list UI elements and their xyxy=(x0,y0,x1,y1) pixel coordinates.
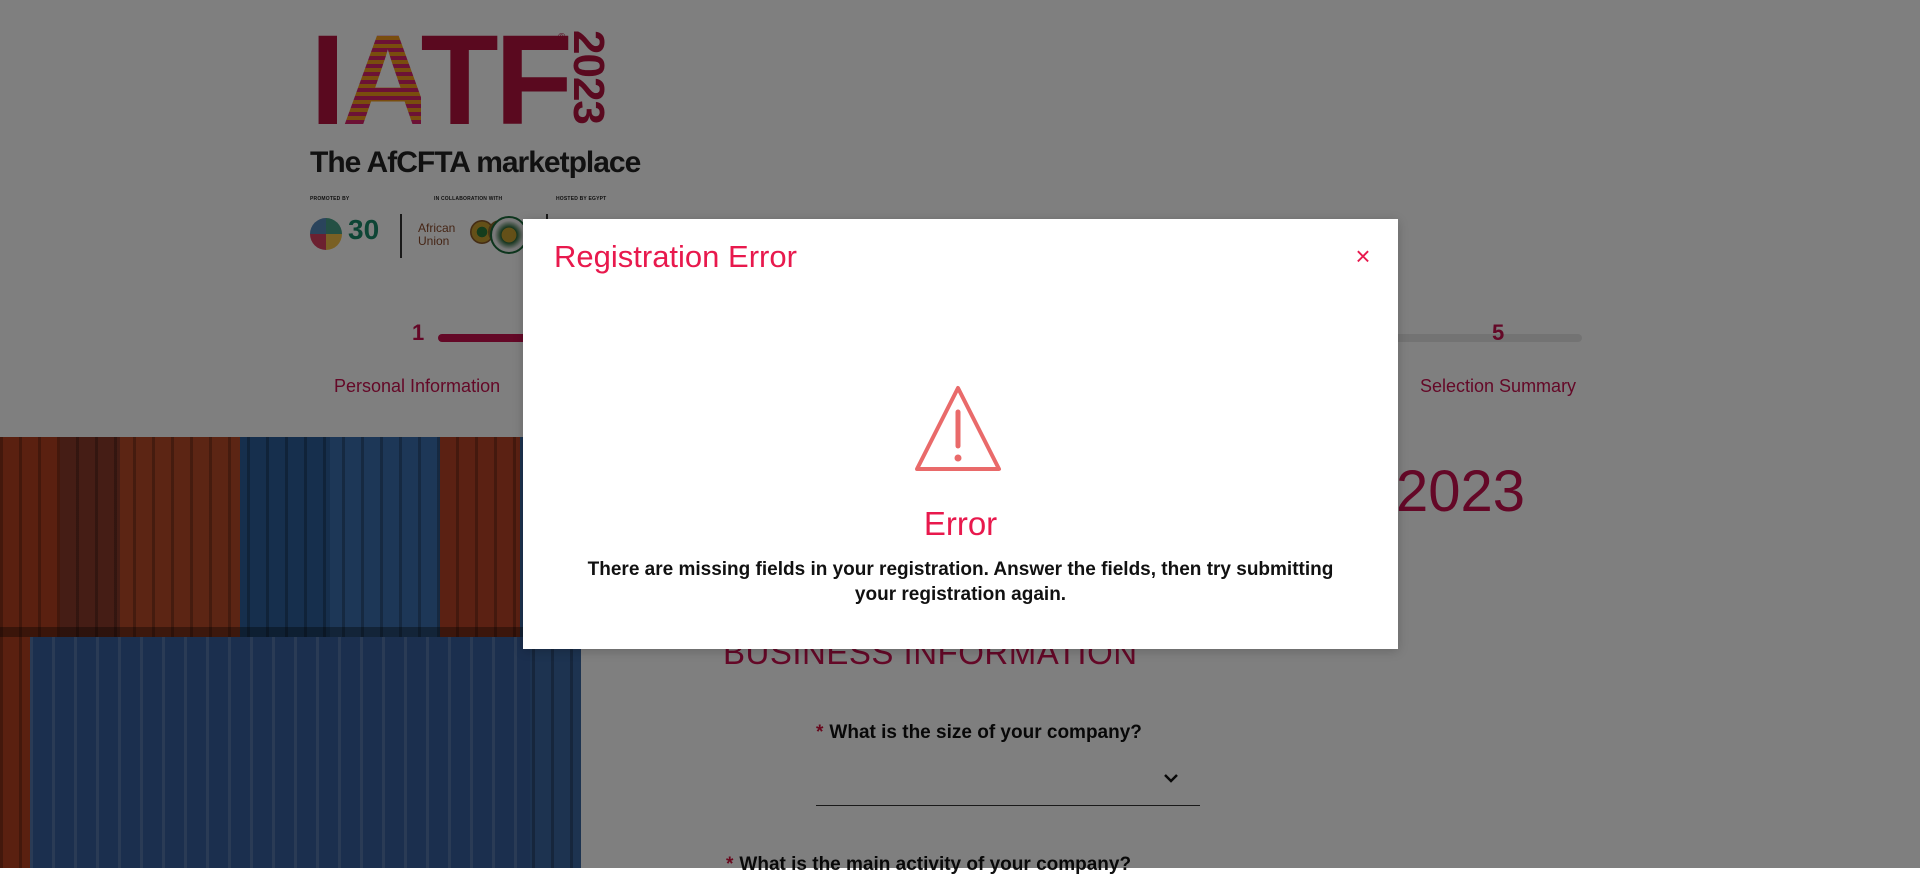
registration-page: IATF ® 2023 The AfCFTA marketplace PROMO… xyxy=(0,0,1920,875)
modal-title: Registration Error xyxy=(554,239,797,274)
error-heading: Error xyxy=(923,505,998,542)
warning-triangle-icon xyxy=(915,386,1001,471)
error-message: There are missing fields in your registr… xyxy=(587,559,1334,605)
close-button[interactable]: × xyxy=(1348,241,1378,271)
registration-error-modal: Registration Error × Error There are mis… xyxy=(523,219,1398,649)
